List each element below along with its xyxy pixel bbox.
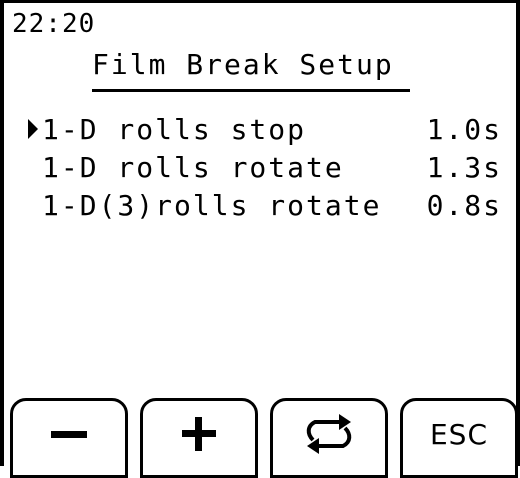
- menu-item-value: 1.0s: [426, 113, 502, 146]
- swap-arrows-icon: [306, 414, 352, 454]
- menu-item-label: 1-D rolls rotate: [42, 151, 344, 184]
- plus-icon: [182, 417, 216, 451]
- plus-button[interactable]: [140, 398, 258, 478]
- menu-item-3-rolls-rotate[interactable]: 1-D(3)rolls rotate 0.8s: [28, 187, 508, 225]
- page-title: Film Break Setup: [92, 48, 394, 81]
- softkey-bar: ESC: [4, 396, 520, 478]
- menu-item-value: 1.3s: [426, 151, 502, 184]
- clock-time: 22:20: [12, 9, 96, 39]
- menu-item-rolls-rotate[interactable]: 1-D rolls rotate 1.3s: [28, 149, 508, 187]
- menu-item-label: 1-D(3)rolls rotate: [42, 189, 382, 222]
- title-underline: [92, 89, 410, 92]
- minus-icon: [51, 430, 87, 438]
- esc-label: ESC: [429, 417, 488, 451]
- menu-item-label: 1-D rolls stop: [42, 113, 307, 146]
- menu-item-value: 0.8s: [426, 189, 502, 222]
- esc-button[interactable]: ESC: [400, 398, 518, 478]
- menu-item-rolls-stop[interactable]: 1-D rolls stop 1.0s: [28, 111, 508, 149]
- minus-button[interactable]: [10, 398, 128, 478]
- swap-button[interactable]: [270, 398, 388, 478]
- hmi-screen: 22:20 Film Break Setup 1-D rolls stop 1.…: [0, 0, 520, 478]
- settings-menu: 1-D rolls stop 1.0s 1-D rolls rotate 1.3…: [28, 111, 508, 225]
- selection-cursor-icon: [28, 119, 38, 139]
